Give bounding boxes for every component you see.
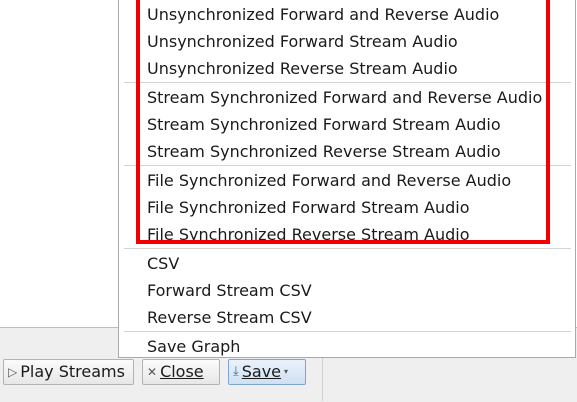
close-button[interactable]: ✕ Close xyxy=(142,359,220,385)
menu-item-forward-stream-csv[interactable]: Forward Stream CSV xyxy=(147,279,312,303)
menu-item-save-graph[interactable]: Save Graph xyxy=(147,335,240,359)
play-streams-button[interactable]: ▷ Play Streams xyxy=(3,359,134,385)
menu-separator xyxy=(124,248,571,249)
menu-separator xyxy=(124,331,571,332)
dropdown-arrow-icon: ▾ xyxy=(284,367,289,376)
save-icon: ⤓ xyxy=(233,364,239,379)
menu-item-reverse-stream-csv[interactable]: Reverse Stream CSV xyxy=(147,306,312,330)
annotation-highlight-box xyxy=(136,0,550,244)
play-icon: ▷ xyxy=(8,365,18,379)
save-button[interactable]: ⤓ Save ▾ xyxy=(228,359,306,385)
play-streams-label: Play Streams xyxy=(20,362,125,381)
close-label: Close xyxy=(160,362,204,381)
save-label: Save xyxy=(241,362,282,381)
window-background xyxy=(0,0,118,327)
close-icon: ✕ xyxy=(147,365,158,379)
menu-item-csv[interactable]: CSV xyxy=(147,252,179,276)
